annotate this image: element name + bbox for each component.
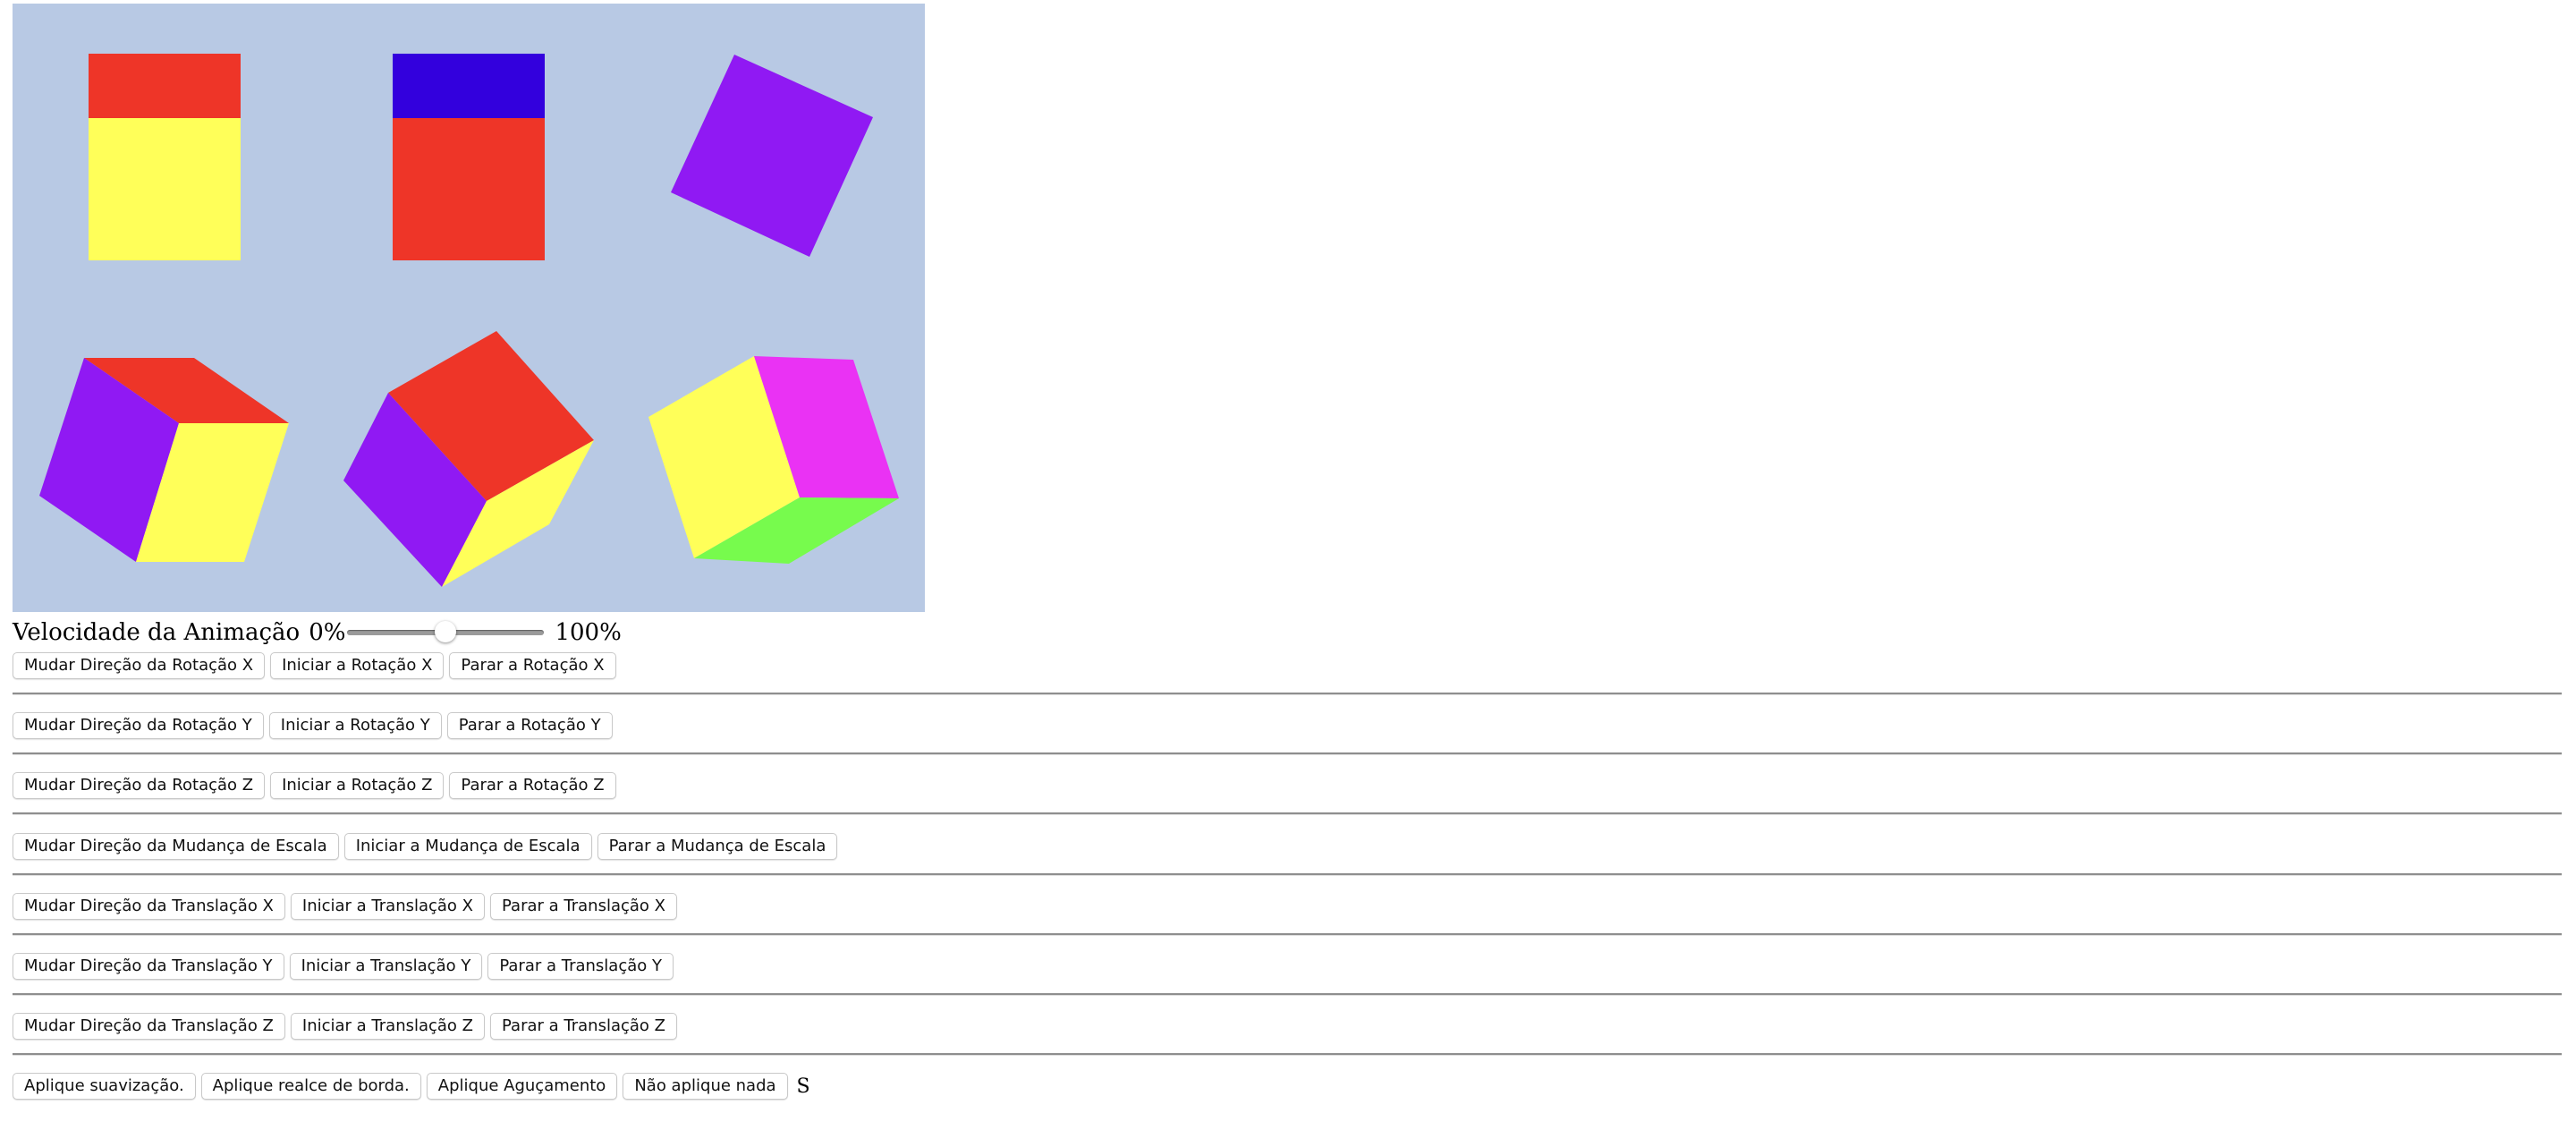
cube-views	[39, 54, 899, 587]
speed-min-label: 0%	[309, 619, 346, 646]
divider	[13, 933, 2562, 936]
speed-slider-thumb[interactable]	[435, 621, 457, 642]
speed-slider[interactable]	[347, 619, 545, 646]
stop-scale-button[interactable]: Parar a Mudança de Escala	[597, 833, 838, 860]
stop-translation-y-button[interactable]: Parar a Translação Y	[487, 953, 674, 980]
change-scale-direction-button[interactable]: Mudar Direção da Mudança de Escala	[13, 833, 339, 860]
start-rotation-x-button[interactable]: Iniciar a Rotação X	[270, 652, 445, 679]
cube-3d-view-2	[343, 331, 594, 587]
apply-smoothing-button[interactable]: Aplique suavização.	[13, 1073, 196, 1100]
stop-rotation-z-button[interactable]: Parar a Rotação Z	[449, 772, 616, 799]
cube-face-red	[89, 54, 241, 120]
apply-sharpen-button[interactable]: Aplique Aguçamento	[426, 1073, 618, 1100]
stop-rotation-x-button[interactable]: Parar a Rotação X	[449, 652, 616, 679]
cube-face-blue	[393, 54, 545, 120]
webgl-canvas	[13, 4, 925, 612]
translation-y-controls: Mudar Direção da Translação Y Iniciar a …	[13, 952, 674, 981]
divider	[13, 693, 2562, 695]
change-translation-y-direction-button[interactable]: Mudar Direção da Translação Y	[13, 953, 284, 980]
start-translation-y-button[interactable]: Iniciar a Translação Y	[289, 953, 483, 980]
translation-z-controls: Mudar Direção da Translação Z Iniciar a …	[13, 1012, 677, 1041]
scale-controls: Mudar Direção da Mudança de Escala Inici…	[13, 832, 838, 861]
divider	[13, 1053, 2562, 1056]
change-rotation-z-direction-button[interactable]: Mudar Direção da Rotação Z	[13, 772, 266, 799]
speed-max-label: 100%	[555, 619, 622, 646]
rotation-z-controls: Mudar Direção da Rotação Z Iniciar a Rot…	[13, 771, 616, 800]
start-rotation-y-button[interactable]: Iniciar a Rotação Y	[268, 712, 442, 739]
cube-front-view	[89, 54, 241, 260]
change-rotation-x-direction-button[interactable]: Mudar Direção da Rotação X	[13, 652, 266, 679]
divider	[13, 752, 2562, 755]
translation-x-controls: Mudar Direção da Translação X Iniciar a …	[13, 892, 677, 921]
stop-translation-z-button[interactable]: Parar a Translação Z	[490, 1013, 677, 1040]
speed-control: Velocidade da Animação 0% 100%	[13, 617, 622, 648]
start-translation-z-button[interactable]: Iniciar a Translação Z	[290, 1013, 485, 1040]
change-rotation-y-direction-button[interactable]: Mudar Direção da Rotação Y	[13, 712, 264, 739]
start-rotation-z-button[interactable]: Iniciar a Rotação Z	[270, 772, 445, 799]
change-translation-x-direction-button[interactable]: Mudar Direção da Translação X	[13, 893, 285, 920]
start-translation-x-button[interactable]: Iniciar a Translação X	[290, 893, 485, 920]
cube-front-view-rotated-z	[671, 55, 873, 257]
apply-edge-enhance-button[interactable]: Aplique realce de borda.	[200, 1073, 421, 1100]
stop-rotation-y-button[interactable]: Parar a Rotação Y	[446, 712, 613, 739]
speed-label: Velocidade da Animação	[13, 619, 301, 646]
cube-face-red	[393, 118, 545, 260]
cube-3d-view-1	[39, 358, 289, 562]
stop-translation-x-button[interactable]: Parar a Translação X	[490, 893, 677, 920]
cube-face-purple	[671, 55, 873, 257]
divider	[13, 993, 2562, 996]
change-translation-z-direction-button[interactable]: Mudar Direção da Translação Z	[13, 1013, 285, 1040]
rotation-x-controls: Mudar Direção da Rotação X Iniciar a Rot…	[13, 651, 616, 680]
apply-none-button[interactable]: Não aplique nada	[623, 1073, 788, 1100]
divider	[13, 873, 2562, 876]
rotation-y-controls: Mudar Direção da Rotação Y Iniciar a Rot…	[13, 711, 613, 740]
cube-face-yellow	[89, 118, 241, 260]
filter-controls: Aplique suavização. Aplique realce de bo…	[13, 1072, 810, 1101]
divider	[13, 812, 2562, 815]
cube-3d-view-3	[648, 356, 899, 564]
trailing-text: S	[796, 1075, 810, 1098]
start-scale-button[interactable]: Iniciar a Mudança de Escala	[343, 833, 592, 860]
cube-front-view-rotated-x	[393, 54, 545, 260]
